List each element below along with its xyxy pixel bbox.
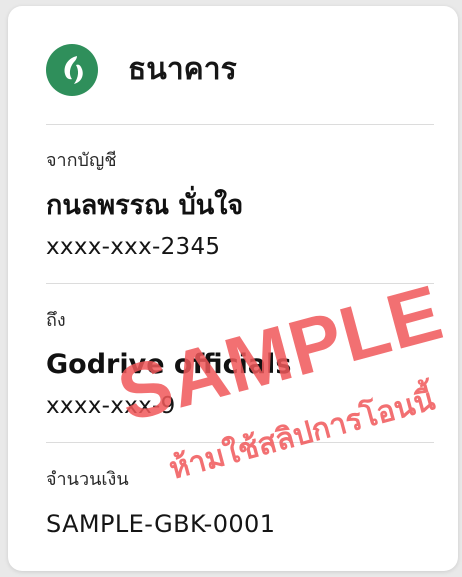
transfer-slip-card: ธนาคาร จากบัญชี กนลพรรณ บั่นใจ xxxx-xxx-…: [8, 6, 458, 571]
to-label: ถึง: [46, 310, 66, 331]
bank-header: ธนาคาร: [8, 6, 458, 124]
divider: [46, 442, 434, 443]
recipient-account-number: xxxx-xxx-9: [46, 393, 176, 419]
divider: [46, 283, 434, 284]
amount-value: SAMPLE-GBK-0001: [46, 510, 276, 538]
sender-account-number: xxxx-xxx-2345: [46, 234, 221, 260]
sender-name: กนลพรรณ บั่นใจ: [46, 190, 244, 221]
from-label: จากบัญชี: [46, 150, 117, 171]
bank-leaf-logo-icon: [46, 44, 98, 96]
amount-label: จำนวนเงิน: [46, 469, 129, 490]
divider: [46, 124, 434, 125]
recipient-name: Godrive officials: [46, 349, 292, 380]
bank-name: ธนาคาร: [128, 52, 237, 87]
